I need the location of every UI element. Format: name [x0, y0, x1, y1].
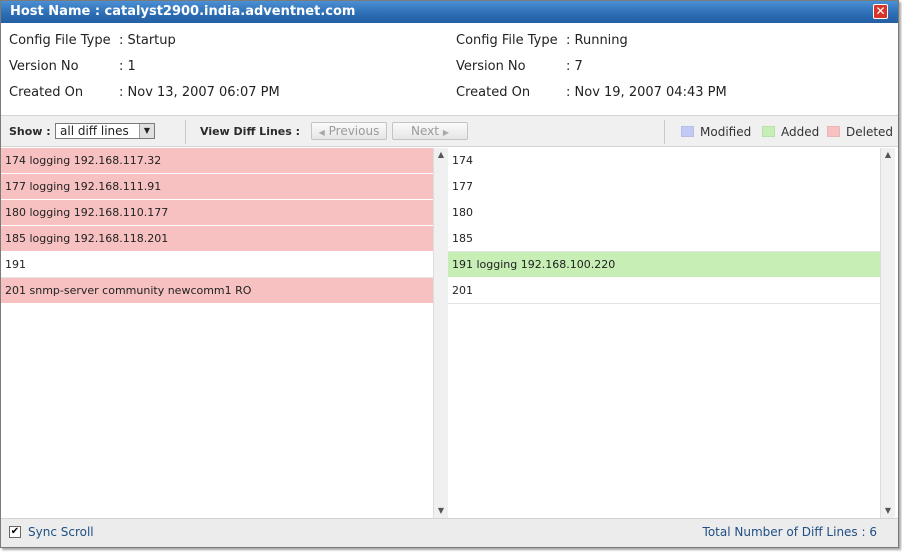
info-row: Version No : 1 [9, 58, 280, 84]
info-value: : 1 [119, 59, 136, 74]
diff-line: 185 logging 192.168.118.201 [1, 226, 433, 252]
diff-line: 191 logging 192.168.100.220 [448, 252, 880, 278]
chevron-down-icon[interactable]: ▼ [139, 124, 154, 138]
show-select[interactable]: all diff lines ▼ [55, 123, 155, 139]
info-label: Config File Type [9, 33, 111, 48]
previous-button[interactable]: ◀ Previous [311, 122, 387, 140]
info-value: : Running [566, 33, 628, 48]
added-swatch-icon [762, 126, 775, 137]
legend-deleted: Deleted [827, 125, 893, 139]
config-info: Config File Type: Startup Version No: 1 … [1, 23, 898, 115]
legend-added: Added [762, 125, 819, 139]
left-scrollbar[interactable]: ▲ ▼ [433, 148, 448, 518]
close-icon[interactable]: ✕ [873, 4, 888, 19]
info-row: Version No : 7 [456, 58, 727, 84]
diff-line: 174 logging 192.168.117.32 [1, 148, 433, 174]
sync-scroll-label: Sync Scroll [28, 525, 94, 539]
title-bar: Host Name : catalyst2900.india.adventnet… [1, 1, 898, 23]
diff-line: 177 logging 192.168.111.91 [1, 174, 433, 200]
info-row: Config File Type : Startup [9, 32, 280, 58]
show-select-value: all diff lines [60, 124, 129, 138]
info-label: Version No [9, 59, 79, 74]
diff-line: 185 [448, 226, 880, 252]
diff-line: 174 [448, 148, 880, 174]
diff-line: 201 [448, 278, 880, 304]
right-config-info: Config File Type: Running Version No: 7 … [456, 32, 727, 110]
left-diff-pane[interactable]: 174 logging 192.168.117.32 177 logging 1… [1, 148, 433, 518]
next-button[interactable]: Next ▶ [392, 122, 468, 140]
diff-line: 191 [1, 252, 433, 278]
next-arrow-icon: ▶ [442, 128, 449, 137]
diff-dialog: Host Name : catalyst2900.india.adventnet… [0, 0, 899, 548]
view-diff-label: View Diff Lines : [200, 125, 301, 138]
legend-label: Added [781, 125, 820, 139]
next-label: Next [411, 124, 439, 138]
previous-label: Previous [328, 124, 380, 138]
window-title: Host Name : catalyst2900.india.adventnet… [10, 4, 356, 19]
show-label: Show : [9, 125, 51, 138]
right-scrollbar[interactable]: ▲ ▼ [880, 148, 895, 518]
scroll-up-icon[interactable]: ▲ [434, 148, 448, 162]
legend-modified: Modified [681, 125, 751, 139]
info-value: : Startup [119, 33, 176, 48]
diff-line: 180 logging 192.168.110.177 [1, 200, 433, 226]
footer-bar: ✔ Sync Scroll Total Number of Diff Lines… [1, 518, 898, 547]
scroll-down-icon[interactable]: ▼ [434, 504, 448, 518]
toolbar-divider [185, 120, 186, 144]
diff-line: 180 [448, 200, 880, 226]
info-value: : Nov 13, 2007 06:07 PM [119, 85, 280, 100]
deleted-swatch-icon [827, 126, 840, 137]
diff-toolbar: Show : all diff lines ▼ View Diff Lines … [1, 115, 898, 147]
scroll-down-icon[interactable]: ▼ [881, 504, 895, 518]
info-value: : 7 [566, 59, 583, 74]
legend-label: Modified [700, 125, 752, 139]
info-row: Config File Type : Running [456, 32, 727, 58]
info-value: : Nov 19, 2007 04:43 PM [566, 85, 727, 100]
sync-scroll-checkbox[interactable]: ✔ [9, 526, 21, 538]
previous-arrow-icon: ◀ [318, 128, 325, 137]
right-diff-pane[interactable]: 174 177 180 185 191 logging 192.168.100.… [448, 148, 880, 518]
info-row: Created On : Nov 13, 2007 06:07 PM [9, 84, 280, 110]
info-label: Created On [9, 85, 84, 100]
scroll-up-icon[interactable]: ▲ [881, 148, 895, 162]
diff-line: 201 snmp-server community newcomm1 RO [1, 278, 433, 304]
total-diff-lines: Total Number of Diff Lines : 6 [702, 525, 877, 539]
left-config-info: Config File Type: Startup Version No: 1 … [9, 32, 280, 110]
modified-swatch-icon [681, 126, 694, 137]
legend-label: Deleted [846, 125, 894, 139]
info-label: Version No [456, 59, 526, 74]
info-label: Config File Type [456, 33, 558, 48]
toolbar-divider [664, 120, 665, 144]
info-label: Created On [456, 85, 531, 100]
diff-line: 177 [448, 174, 880, 200]
info-row: Created On : Nov 19, 2007 04:43 PM [456, 84, 727, 110]
